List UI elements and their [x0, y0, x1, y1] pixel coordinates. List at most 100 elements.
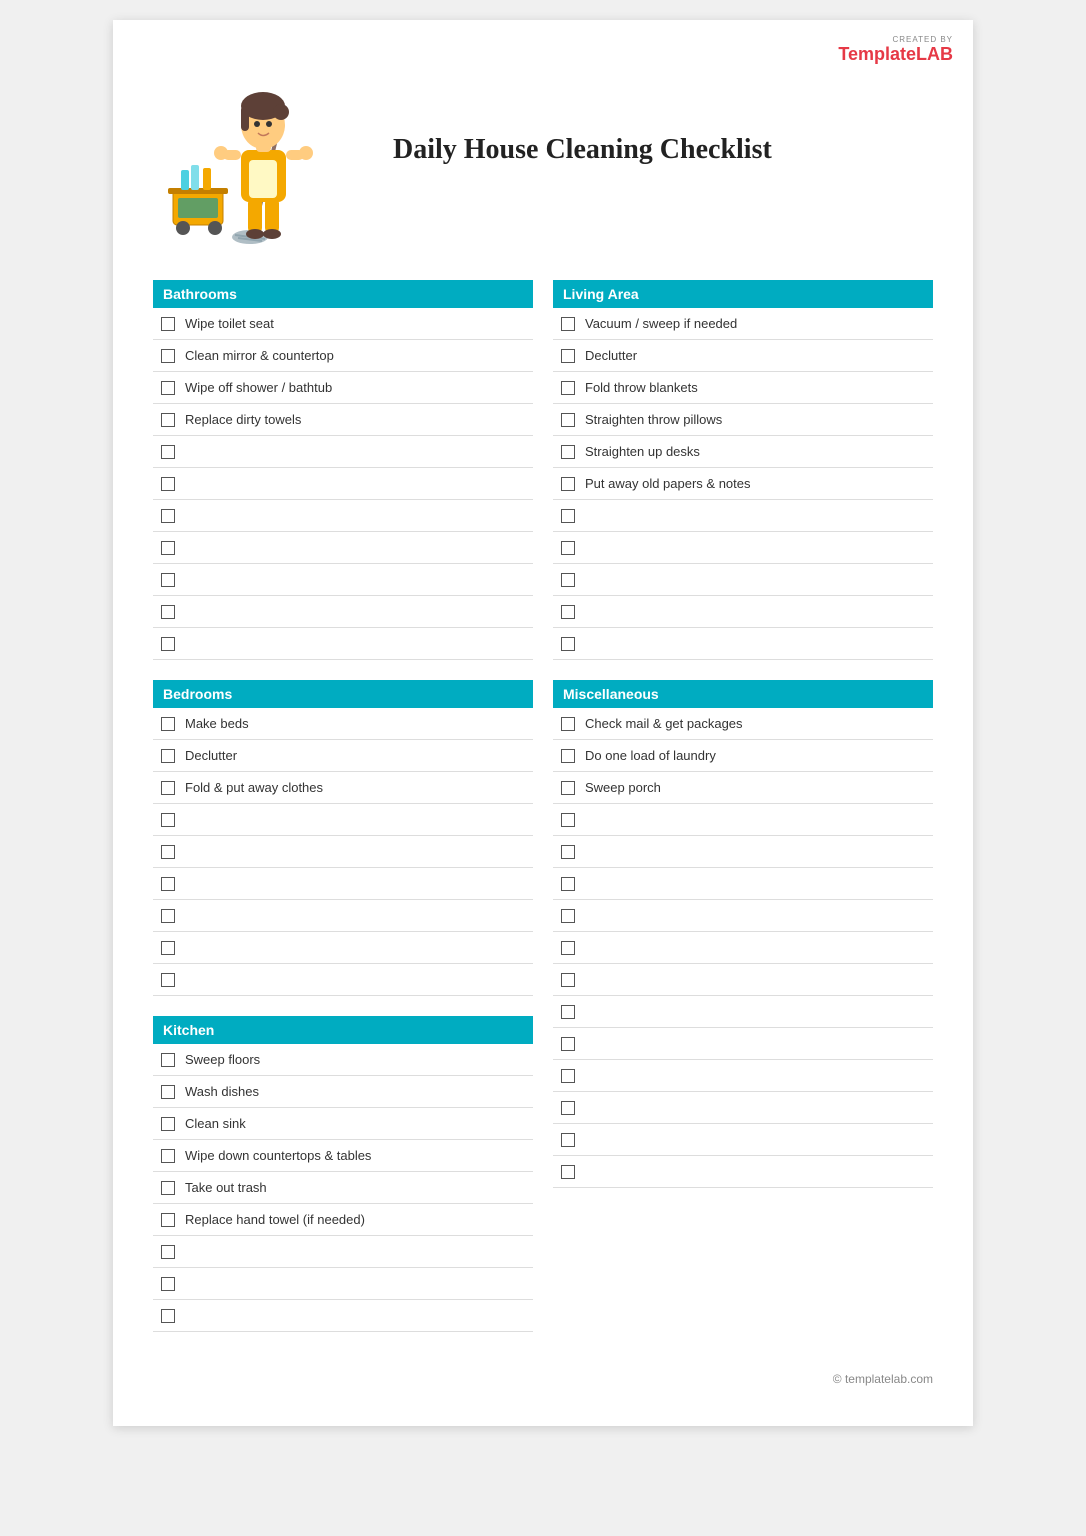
checkbox[interactable] [161, 637, 175, 651]
checkbox[interactable] [161, 381, 175, 395]
list-item[interactable]: Sweep porch [553, 772, 933, 804]
checkbox[interactable] [161, 1117, 175, 1131]
checkbox[interactable] [561, 477, 575, 491]
checkbox[interactable] [561, 1005, 575, 1019]
list-item[interactable] [553, 964, 933, 996]
checkbox[interactable] [161, 509, 175, 523]
list-item[interactable] [553, 500, 933, 532]
list-item[interactable]: Do one load of laundry [553, 740, 933, 772]
list-item[interactable]: Fold throw blankets [553, 372, 933, 404]
checkbox[interactable] [161, 941, 175, 955]
list-item[interactable] [153, 804, 533, 836]
checkbox[interactable] [561, 749, 575, 763]
list-item[interactable] [553, 932, 933, 964]
checkbox[interactable] [561, 381, 575, 395]
list-item[interactable] [553, 900, 933, 932]
list-item[interactable] [153, 1300, 533, 1332]
list-item[interactable] [153, 1268, 533, 1300]
checkbox[interactable] [561, 1037, 575, 1051]
checkbox[interactable] [561, 349, 575, 363]
checkbox[interactable] [161, 749, 175, 763]
checkbox[interactable] [161, 1053, 175, 1067]
checkbox[interactable] [161, 1085, 175, 1099]
checkbox[interactable] [161, 445, 175, 459]
list-item[interactable]: Check mail & get packages [553, 708, 933, 740]
checkbox[interactable] [561, 877, 575, 891]
checkbox[interactable] [561, 909, 575, 923]
list-item[interactable]: Straighten throw pillows [553, 404, 933, 436]
list-item[interactable] [553, 868, 933, 900]
checkbox[interactable] [561, 717, 575, 731]
checkbox[interactable] [561, 317, 575, 331]
list-item[interactable] [553, 1060, 933, 1092]
list-item[interactable] [153, 468, 533, 500]
checkbox[interactable] [561, 573, 575, 587]
checkbox[interactable] [561, 541, 575, 555]
checkbox[interactable] [161, 349, 175, 363]
list-item[interactable] [153, 964, 533, 996]
list-item[interactable] [553, 996, 933, 1028]
list-item[interactable]: Straighten up desks [553, 436, 933, 468]
list-item[interactable] [553, 804, 933, 836]
checkbox[interactable] [561, 637, 575, 651]
checkbox[interactable] [161, 1309, 175, 1323]
list-item[interactable] [553, 1092, 933, 1124]
list-item[interactable] [553, 596, 933, 628]
checkbox[interactable] [161, 573, 175, 587]
list-item[interactable]: Clean mirror & countertop [153, 340, 533, 372]
list-item[interactable] [153, 932, 533, 964]
list-item[interactable]: Put away old papers & notes [553, 468, 933, 500]
list-item[interactable] [153, 532, 533, 564]
checkbox[interactable] [161, 781, 175, 795]
list-item[interactable]: Clean sink [153, 1108, 533, 1140]
checkbox[interactable] [561, 813, 575, 827]
checkbox[interactable] [161, 605, 175, 619]
list-item[interactable]: Wash dishes [153, 1076, 533, 1108]
checkbox[interactable] [161, 477, 175, 491]
checkbox[interactable] [561, 509, 575, 523]
checkbox[interactable] [161, 1181, 175, 1195]
checkbox[interactable] [561, 413, 575, 427]
list-item[interactable]: Vacuum / sweep if needed [553, 308, 933, 340]
checkbox[interactable] [561, 781, 575, 795]
list-item[interactable]: Fold & put away clothes [153, 772, 533, 804]
checkbox[interactable] [161, 845, 175, 859]
list-item[interactable] [553, 836, 933, 868]
list-item[interactable] [153, 628, 533, 660]
list-item[interactable] [553, 1124, 933, 1156]
checkbox[interactable] [161, 1149, 175, 1163]
list-item[interactable] [153, 500, 533, 532]
list-item[interactable] [153, 836, 533, 868]
list-item[interactable] [153, 900, 533, 932]
list-item[interactable]: Replace dirty towels [153, 404, 533, 436]
checkbox[interactable] [161, 717, 175, 731]
checkbox[interactable] [161, 1245, 175, 1259]
list-item[interactable]: Declutter [153, 740, 533, 772]
checkbox[interactable] [561, 845, 575, 859]
list-item[interactable]: Make beds [153, 708, 533, 740]
list-item[interactable] [553, 532, 933, 564]
list-item[interactable]: Wipe down countertops & tables [153, 1140, 533, 1172]
list-item[interactable]: Declutter [553, 340, 933, 372]
list-item[interactable]: Wipe toilet seat [153, 308, 533, 340]
checkbox[interactable] [561, 941, 575, 955]
checkbox[interactable] [161, 541, 175, 555]
checkbox[interactable] [561, 1165, 575, 1179]
list-item[interactable]: Replace hand towel (if needed) [153, 1204, 533, 1236]
list-item[interactable] [153, 1236, 533, 1268]
list-item[interactable] [153, 868, 533, 900]
checkbox[interactable] [561, 445, 575, 459]
checkbox[interactable] [161, 877, 175, 891]
list-item[interactable]: Take out trash [153, 1172, 533, 1204]
checkbox[interactable] [161, 317, 175, 331]
checkbox[interactable] [561, 973, 575, 987]
list-item[interactable]: Sweep floors [153, 1044, 533, 1076]
checkbox[interactable] [161, 973, 175, 987]
list-item[interactable] [553, 1156, 933, 1188]
checkbox[interactable] [161, 1277, 175, 1291]
checkbox[interactable] [161, 909, 175, 923]
checkbox[interactable] [561, 1069, 575, 1083]
checkbox[interactable] [561, 1101, 575, 1115]
list-item[interactable]: Wipe off shower / bathtub [153, 372, 533, 404]
checkbox[interactable] [161, 413, 175, 427]
